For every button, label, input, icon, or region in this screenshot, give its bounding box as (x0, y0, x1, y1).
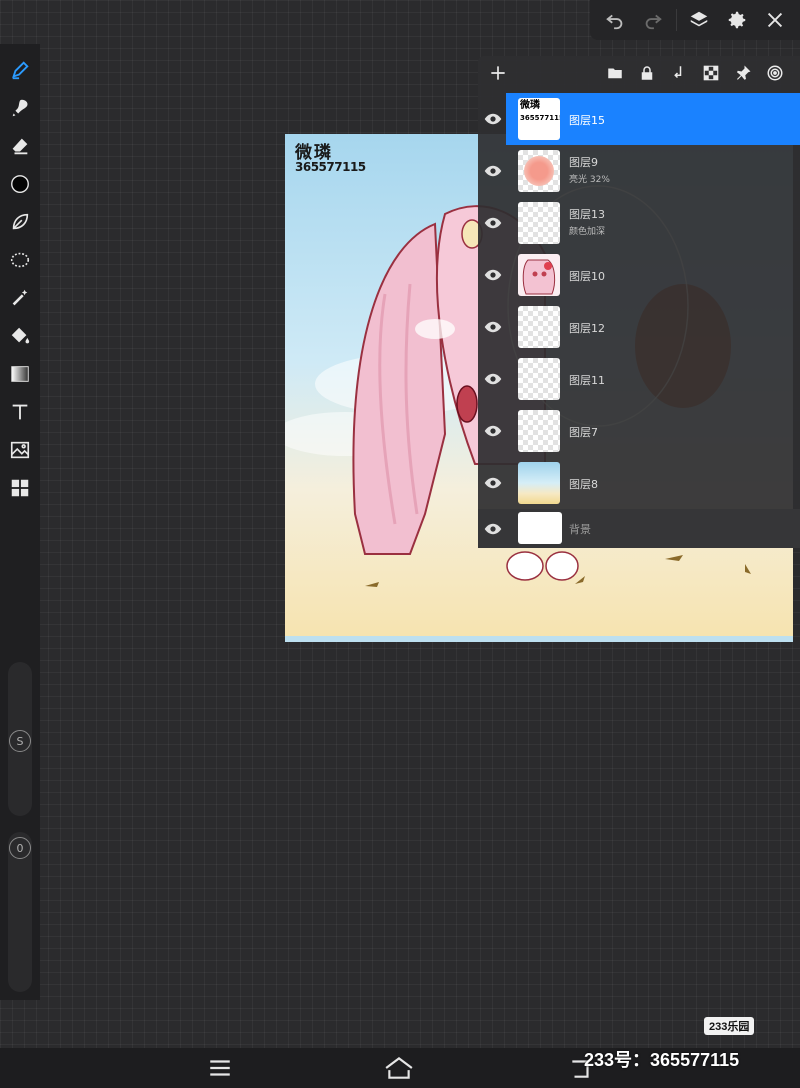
toolbar-divider (675, 9, 677, 31)
visibility-eye-icon[interactable] (484, 520, 502, 538)
layer-thumbnail (518, 202, 560, 244)
layers-panel: 微璘 365577115 图层15 图层9 亮光 32% 图层13 颜色加深 图… (478, 56, 800, 548)
layer-thumbnail (518, 410, 560, 452)
dotted-selection-icon[interactable] (6, 246, 34, 274)
layer-blend-mode: 颜色加深 (569, 227, 606, 237)
smudge-icon[interactable] (6, 94, 34, 122)
layer-thumbnail (518, 462, 560, 504)
magic-wand-icon[interactable] (6, 284, 34, 312)
signature-line1: 微璘 (295, 143, 333, 163)
image-icon[interactable] (6, 436, 34, 464)
layer-row[interactable]: 图层10 (478, 249, 800, 301)
layers-toolbar (478, 56, 800, 90)
top-toolbar (590, 0, 800, 40)
layer-name: 背景 (569, 523, 591, 536)
layer-row[interactable]: 图层7 (478, 405, 800, 457)
layer-row[interactable]: 图层12 (478, 301, 800, 353)
layer-thumbnail (518, 254, 560, 296)
layer-name: 图层8 (569, 478, 598, 491)
brush-opacity-knob[interactable]: 0 (9, 837, 31, 859)
visibility-eye-icon[interactable] (484, 110, 502, 128)
redo-icon[interactable] (638, 5, 668, 35)
lock-icon[interactable] (637, 63, 657, 83)
thumb-character (522, 259, 556, 295)
layer-thumbnail: 微璘 365577115 (518, 98, 560, 140)
layer-thumbnail (518, 358, 560, 400)
layer-name: 图层12 (569, 322, 605, 335)
close-icon[interactable] (760, 5, 790, 35)
home-icon[interactable] (384, 1054, 414, 1082)
visibility-eye-icon[interactable] (484, 422, 502, 440)
layer-name: 图层13 (569, 208, 605, 221)
settings-gear-icon[interactable] (722, 5, 752, 35)
visibility-eye-icon[interactable] (484, 370, 502, 388)
gradient-icon[interactable] (6, 360, 34, 388)
visibility-eye-icon[interactable] (484, 214, 502, 232)
thumb-signature: 微璘 (520, 100, 540, 111)
paint-bucket-icon[interactable] (6, 322, 34, 350)
layer-blend-mode: 亮光 32% (569, 175, 610, 185)
signature-line2: 365577115 (295, 160, 366, 174)
grid-icon[interactable] (6, 474, 34, 502)
layer-row[interactable]: 图层8 (478, 457, 800, 509)
add-layer-button[interactable] (486, 61, 510, 85)
watermark-text: 233号：365577115 (584, 1050, 740, 1070)
brush-size-knob[interactable]: S (9, 730, 31, 752)
menu-icon[interactable] (205, 1054, 235, 1082)
layer-row-background[interactable]: 背景 (478, 509, 800, 548)
lasso-leaf-icon[interactable] (6, 208, 34, 236)
layer-name: 图层11 (569, 374, 605, 387)
layer-name: 图层9 (569, 156, 598, 169)
merge-down-icon[interactable] (669, 63, 689, 83)
layer-row[interactable]: 图层13 颜色加深 (478, 197, 800, 249)
layers-icon[interactable] (684, 5, 714, 35)
watermark-badge: 233乐园 (704, 1017, 755, 1035)
undo-icon[interactable] (600, 5, 630, 35)
color-circle-icon[interactable] (6, 170, 34, 198)
text-icon[interactable] (6, 398, 34, 426)
thumb-pink-blob (524, 156, 554, 186)
visibility-eye-icon[interactable] (484, 474, 502, 492)
target-icon[interactable] (765, 63, 785, 83)
layer-row[interactable]: 图层9 亮光 32% (478, 145, 800, 197)
left-toolbar: S 0 (0, 44, 40, 1000)
artist-signature: 微璘 365577115 (295, 143, 366, 176)
visibility-eye-icon[interactable] (484, 266, 502, 284)
layer-row[interactable]: 图层11 (478, 353, 800, 405)
visibility-eye-icon[interactable] (484, 318, 502, 336)
thumb-signature-number: 365577115 (520, 114, 560, 122)
eraser-icon[interactable] (6, 132, 34, 160)
layer-row[interactable]: 微璘 365577115 图层15 (478, 93, 800, 145)
pin-icon[interactable] (733, 63, 753, 83)
pen-icon[interactable] (6, 56, 34, 84)
folder-icon[interactable] (605, 63, 625, 83)
visibility-eye-icon[interactable] (484, 162, 502, 180)
layer-thumbnail (518, 306, 560, 348)
layer-thumbnail (518, 150, 560, 192)
layer-name: 图层15 (569, 114, 605, 127)
transparency-icon[interactable] (701, 63, 721, 83)
layer-name: 图层10 (569, 270, 605, 283)
layer-thumbnail (518, 512, 562, 544)
layer-name: 图层7 (569, 426, 598, 439)
